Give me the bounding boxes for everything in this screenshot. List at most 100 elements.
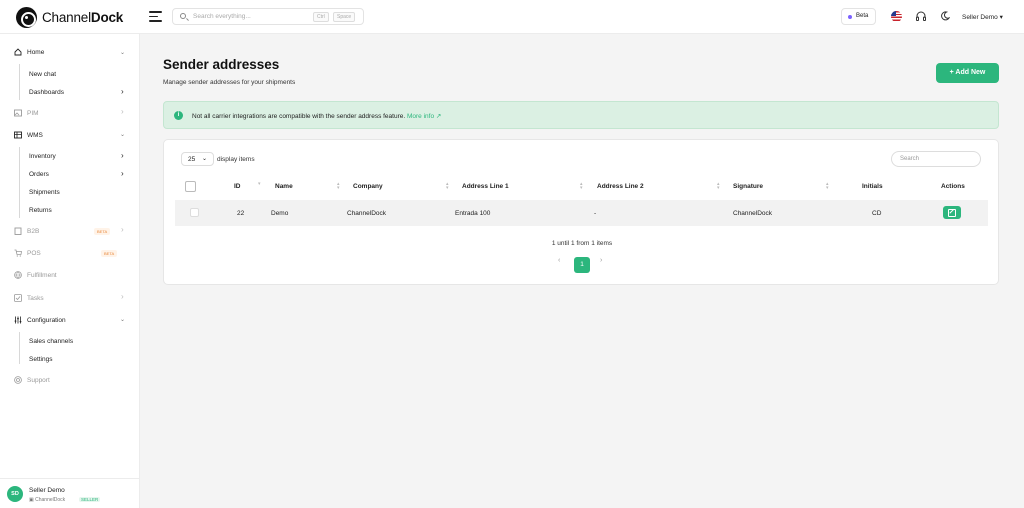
us-flag-icon[interactable] bbox=[891, 11, 902, 22]
table-row[interactable] bbox=[175, 200, 988, 226]
sidebar-item-home[interactable]: Home bbox=[14, 48, 44, 56]
alert-message: Not all carrier integrations are compati… bbox=[192, 113, 442, 120]
column-header-actions: Actions bbox=[941, 183, 965, 190]
pagination-page-1[interactable]: 1 bbox=[574, 257, 590, 273]
addresses-table-card: 25 ⌄ display items Search ID ▾ Name ▴ ▾ C… bbox=[163, 139, 999, 285]
beta-badge: BETA bbox=[101, 250, 118, 257]
sidebar-item-returns[interactable]: Returns bbox=[29, 207, 52, 214]
user-menu[interactable]: Seller Demo ▾ bbox=[962, 13, 1003, 21]
sidebar-item-orders[interactable]: Orders bbox=[29, 171, 49, 178]
channeldock-logo[interactable]: ChannelDock bbox=[16, 7, 123, 28]
headset-icon[interactable] bbox=[916, 11, 926, 22]
beta-label: Beta bbox=[856, 13, 869, 19]
sidebar-item-tasks[interactable]: Tasks bbox=[14, 294, 44, 302]
chevron-down-icon: ⌄ bbox=[120, 132, 126, 138]
top-bar: ChannelDock Search everything... Ctrl Sp… bbox=[0, 0, 1024, 34]
warehouse-icon bbox=[14, 131, 22, 139]
sidebar-item-shipments[interactable]: Shipments bbox=[29, 189, 60, 196]
support-icon bbox=[14, 376, 22, 384]
sort-icon[interactable]: ▴ ▾ bbox=[337, 182, 340, 191]
sort-icon[interactable]: ▴ ▾ bbox=[826, 182, 829, 191]
sort-desc-icon[interactable]: ▾ bbox=[258, 182, 261, 187]
column-header-id[interactable]: ID bbox=[234, 183, 241, 190]
column-header-signature[interactable]: Signature bbox=[733, 183, 763, 190]
sidebar-item-wms[interactable]: WMS bbox=[14, 131, 43, 139]
sliders-icon bbox=[14, 316, 22, 324]
chevron-down-icon: ▾ bbox=[999, 14, 1003, 21]
sidebar-item-pos[interactable]: POS bbox=[14, 249, 41, 257]
beta-dot-icon bbox=[848, 15, 852, 19]
cart-icon bbox=[14, 249, 22, 257]
sort-icon[interactable]: ▴ ▾ bbox=[580, 182, 583, 191]
beta-badge: BETA bbox=[94, 228, 111, 235]
avatar: SD bbox=[7, 486, 23, 502]
select-all-checkbox[interactable] bbox=[185, 181, 196, 192]
kbd-space: Space bbox=[333, 12, 356, 22]
chevron-right-icon: › bbox=[121, 87, 124, 96]
sidebar-item-fulfillment[interactable]: Fulfillment bbox=[14, 271, 57, 279]
sidebar-item-configuration[interactable]: Configuration bbox=[14, 316, 66, 324]
submenu-line bbox=[19, 332, 20, 364]
chevron-right-icon: › bbox=[121, 225, 124, 234]
table-search-input[interactable]: Search bbox=[891, 151, 981, 167]
user-name: Seller Demo bbox=[29, 487, 65, 494]
page-subtitle: Manage sender addresses for your shipmen… bbox=[163, 79, 296, 86]
logo-text: ChannelDock bbox=[42, 10, 124, 25]
sidebar-item-sales-channels[interactable]: Sales channels bbox=[29, 338, 73, 345]
logo-icon bbox=[16, 7, 37, 28]
kbd-ctrl: Ctrl bbox=[313, 12, 329, 22]
column-header-address-line-1[interactable]: Address Line 1 bbox=[462, 183, 509, 190]
pagination-next[interactable]: › bbox=[600, 257, 602, 264]
add-new-button[interactable]: + Add New bbox=[936, 63, 999, 83]
sort-icon[interactable]: ▴ ▾ bbox=[446, 182, 449, 191]
info-icon: i bbox=[174, 111, 183, 120]
cell-initials: CD bbox=[872, 210, 882, 217]
building-icon: ▣ bbox=[29, 497, 34, 503]
image-icon bbox=[14, 109, 22, 117]
external-link-icon: ↗ bbox=[435, 113, 442, 120]
cell-company: ChannelDock bbox=[347, 210, 387, 217]
chevron-right-icon: › bbox=[121, 107, 124, 116]
global-search-input[interactable]: Search everything... Ctrl Space bbox=[172, 8, 364, 25]
sidebar-item-dashboards[interactable]: Dashboards bbox=[29, 89, 64, 96]
per-page-select[interactable]: 25 ⌄ bbox=[181, 152, 214, 166]
sidebar-item-settings[interactable]: Settings bbox=[29, 356, 53, 363]
user-company: ▣ ChannelDock bbox=[29, 497, 66, 503]
dark-mode-icon[interactable] bbox=[940, 11, 950, 21]
beta-toggle[interactable]: Beta bbox=[841, 8, 876, 25]
home-icon bbox=[14, 48, 22, 56]
chevron-right-icon: › bbox=[121, 292, 124, 301]
table-search-placeholder: Search bbox=[900, 156, 920, 162]
checkbox-icon bbox=[14, 294, 22, 302]
pagination-prev[interactable]: ‹ bbox=[558, 257, 560, 264]
edit-icon[interactable] bbox=[943, 206, 961, 219]
globe-icon bbox=[14, 271, 22, 279]
chevron-down-icon: ⌄ bbox=[120, 317, 126, 323]
sidebar: Home ⌄ New chat Dashboards › PIM › WMS ⌄… bbox=[0, 34, 140, 508]
chevron-right-icon: › bbox=[121, 151, 124, 160]
info-alert: i Not all carrier integrations are compa… bbox=[163, 101, 999, 129]
column-header-address-line-2[interactable]: Address Line 2 bbox=[597, 183, 644, 190]
user-role-badge: SELLER bbox=[79, 497, 101, 502]
column-header-company[interactable]: Company bbox=[353, 183, 383, 190]
sidebar-item-support[interactable]: Support bbox=[14, 376, 50, 384]
column-header-name[interactable]: Name bbox=[275, 183, 293, 190]
chevron-right-icon: › bbox=[121, 169, 124, 178]
sidebar-item-b2b[interactable]: B2B bbox=[14, 227, 39, 235]
search-placeholder: Search everything... bbox=[193, 13, 251, 20]
menu-toggle-icon[interactable] bbox=[149, 11, 162, 22]
sidebar-user-card[interactable]: SD Seller Demo ▣ ChannelDock SELLER bbox=[0, 478, 140, 508]
more-info-link[interactable]: More info ↗ bbox=[407, 113, 441, 120]
sidebar-item-new-chat[interactable]: New chat bbox=[29, 71, 56, 78]
building-icon bbox=[14, 227, 22, 235]
cell-address-line-2: - bbox=[594, 210, 597, 217]
chevron-down-icon: ⌄ bbox=[120, 50, 126, 56]
cell-name: Demo bbox=[271, 210, 289, 217]
submenu-line bbox=[19, 147, 20, 218]
row-checkbox[interactable] bbox=[190, 208, 199, 217]
sidebar-item-pim[interactable]: PIM bbox=[14, 109, 39, 117]
sort-icon[interactable]: ▴ ▾ bbox=[717, 182, 720, 191]
cell-id: 22 bbox=[237, 210, 245, 217]
sidebar-item-inventory[interactable]: Inventory bbox=[29, 153, 56, 160]
search-icon bbox=[180, 13, 186, 19]
